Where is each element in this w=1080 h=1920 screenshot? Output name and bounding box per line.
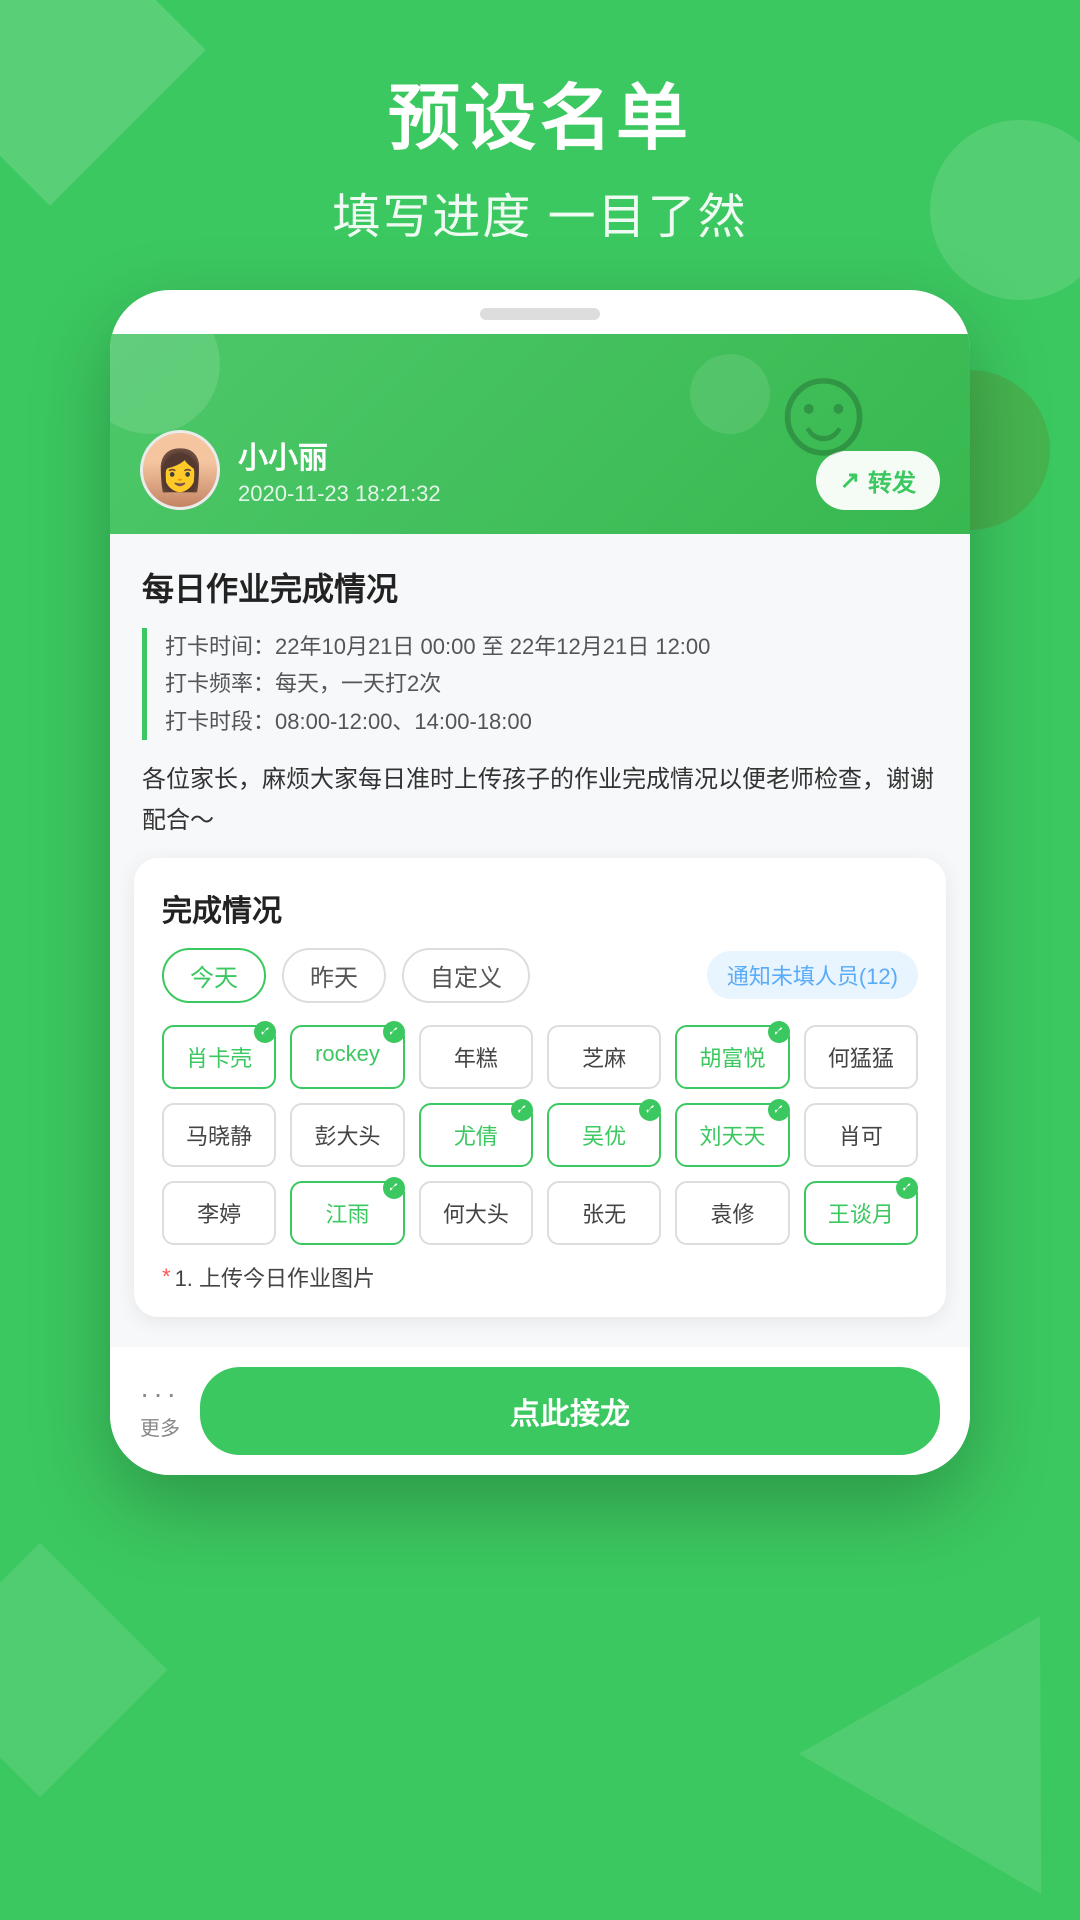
author-time: 2020-11-23 18:21:32 bbox=[238, 481, 441, 507]
info-line-2: 打卡频率：每天，一天打2次 bbox=[165, 665, 938, 702]
filter-custom[interactable]: 自定义 bbox=[402, 948, 530, 1003]
check-mark: ✓ bbox=[896, 1177, 918, 1199]
completion-title: 完成情况 bbox=[162, 886, 918, 930]
section-title: 每日作业完成情况 bbox=[142, 564, 938, 610]
header-section: 预设名单 填写进度 一目了然 bbox=[0, 0, 1080, 247]
info-line-3: 打卡时段：08:00-12:00、14:00-18:00 bbox=[165, 703, 938, 740]
author-info: 👩 小小丽 2020-11-23 18:21:32 bbox=[140, 430, 816, 510]
author-name: 小小丽 bbox=[238, 433, 441, 477]
info-line-1: 打卡时间：22年10月21日 00:00 至 22年12月21日 12:00 bbox=[165, 628, 938, 665]
check-mark: ✓ bbox=[383, 1021, 405, 1043]
name-tag-jiangyu[interactable]: ✓ 江雨 bbox=[290, 1181, 404, 1245]
smiley-icon: ☺ bbox=[757, 344, 890, 474]
name-tag-maxiaojing[interactable]: 马晓静 bbox=[162, 1103, 276, 1167]
required-star: * bbox=[162, 1264, 171, 1290]
filter-yesterday[interactable]: 昨天 bbox=[282, 948, 386, 1003]
name-tag-hemengmeng[interactable]: 何猛猛 bbox=[804, 1025, 918, 1089]
check-mark: ✓ bbox=[383, 1177, 405, 1199]
name-tag-youqian[interactable]: ✓ 尤倩 bbox=[419, 1103, 533, 1167]
phone-speaker bbox=[480, 308, 600, 320]
notify-button[interactable]: 通知未填人员(12) bbox=[707, 951, 918, 999]
name-tag-wuyou[interactable]: ✓ 吴优 bbox=[547, 1103, 661, 1167]
description-text: 各位家长，麻烦大家每日准时上传孩子的作业完成情况以便老师检查，谢谢配合～ bbox=[142, 760, 938, 842]
phone-mockup: ☺ 👩 小小丽 2020-11-23 18:21:32 ↗ 转发 每日作业完成情… bbox=[110, 290, 970, 1475]
name-tag-zhangwu[interactable]: 张无 bbox=[547, 1181, 661, 1245]
name-tag-liutiantian[interactable]: ✓ 刘天天 bbox=[675, 1103, 789, 1167]
name-tag-liting[interactable]: 李婷 bbox=[162, 1181, 276, 1245]
bg-diamond-bottomleft bbox=[0, 1543, 167, 1798]
header-circle1 bbox=[110, 334, 220, 434]
card-header: ☺ 👩 小小丽 2020-11-23 18:21:32 ↗ 转发 bbox=[110, 334, 970, 534]
required-field: * 1. 上传今日作业图片 bbox=[162, 1261, 918, 1293]
name-tag-yuanxiu[interactable]: 袁修 bbox=[675, 1181, 789, 1245]
action-button[interactable]: 点此接龙 bbox=[200, 1367, 940, 1455]
avatar: 👩 bbox=[140, 430, 220, 510]
more-button[interactable]: ··· 更多 bbox=[140, 1380, 180, 1441]
name-tag-xiaoke[interactable]: 肖可 bbox=[804, 1103, 918, 1167]
main-title: 预设名单 bbox=[0, 80, 1080, 159]
name-tag-pengdatou[interactable]: 彭大头 bbox=[290, 1103, 404, 1167]
name-tag-wangtanyue[interactable]: ✓ 王谈月 bbox=[804, 1181, 918, 1245]
check-mark: ✓ bbox=[768, 1099, 790, 1121]
name-tag-niangao[interactable]: 年糕 bbox=[419, 1025, 533, 1089]
name-grid: ✓ 肖卡壳 ✓ rockey 年糕 芝麻 ✓ 胡富悦 bbox=[162, 1025, 918, 1245]
author-text: 小小丽 2020-11-23 18:21:32 bbox=[238, 433, 441, 507]
check-mark: ✓ bbox=[768, 1021, 790, 1043]
name-tag-zhima[interactable]: 芝麻 bbox=[547, 1025, 661, 1089]
bg-triangle-bottomright bbox=[799, 1546, 1080, 1894]
filter-row: 今天 昨天 自定义 通知未填人员(12) bbox=[162, 948, 918, 1003]
required-field-text: 1. 上传今日作业图片 bbox=[175, 1261, 375, 1293]
name-tag-hedatou[interactable]: 何大头 bbox=[419, 1181, 533, 1245]
check-mark: ✓ bbox=[254, 1021, 276, 1043]
name-tag-rockey[interactable]: ✓ rockey bbox=[290, 1025, 404, 1089]
info-block: 打卡时间：22年10月21日 00:00 至 22年12月21日 12:00 打… bbox=[142, 628, 938, 740]
bottom-bar: ··· 更多 点此接龙 bbox=[110, 1347, 970, 1475]
avatar-image: 👩 bbox=[143, 430, 217, 510]
name-tag-hufuyue[interactable]: ✓ 胡富悦 bbox=[675, 1025, 789, 1089]
more-dots: ··· bbox=[140, 1380, 180, 1408]
check-mark: ✓ bbox=[511, 1099, 533, 1121]
name-tag-xiaokaike[interactable]: ✓ 肖卡壳 bbox=[162, 1025, 276, 1089]
check-mark: ✓ bbox=[639, 1099, 661, 1121]
filter-today[interactable]: 今天 bbox=[162, 948, 266, 1003]
phone-frame: ☺ 👩 小小丽 2020-11-23 18:21:32 ↗ 转发 每日作业完成情… bbox=[110, 290, 970, 1475]
more-label: 更多 bbox=[140, 1412, 180, 1441]
content-area: 每日作业完成情况 打卡时间：22年10月21日 00:00 至 22年12月21… bbox=[110, 534, 970, 1347]
sub-title: 填写进度 一目了然 bbox=[0, 177, 1080, 247]
completion-card: 完成情况 今天 昨天 自定义 通知未填人员(12) ✓ 肖卡壳 ✓ rocke bbox=[134, 858, 946, 1317]
